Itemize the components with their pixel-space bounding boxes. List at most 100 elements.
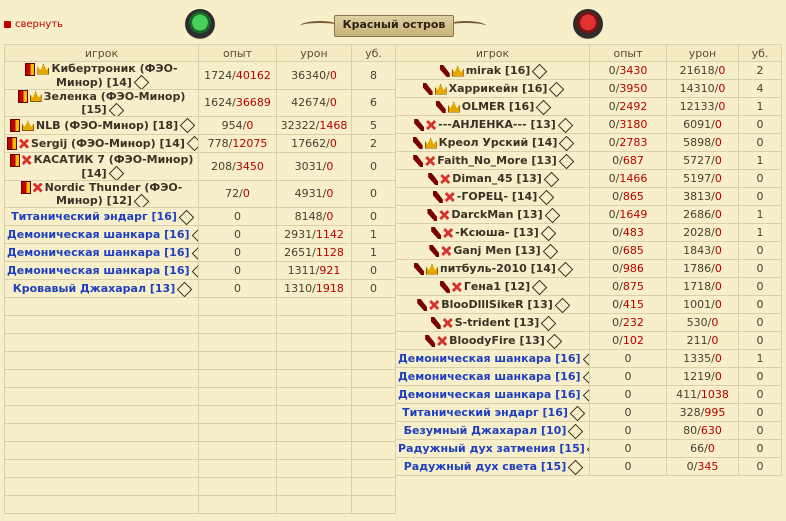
player-name-cell[interactable]: Демоническая шанкара [16]	[4, 261, 199, 280]
player-info-icon[interactable]	[531, 279, 548, 295]
player-name-cell[interactable]: Sergij (ФЭО-Минор) [14]	[4, 134, 199, 153]
player-info-icon[interactable]	[543, 171, 560, 187]
player-name-cell[interactable]: mirak [16]	[395, 61, 590, 80]
player-info-icon[interactable]	[582, 387, 589, 403]
player-info-icon[interactable]	[532, 63, 548, 79]
player-info-icon[interactable]	[540, 225, 557, 241]
player-name-cell[interactable]: Faith_No_More [13]	[395, 151, 590, 170]
player-name-cell[interactable]: КАСАТИК 7 (ФЭО-Минор) [14]	[4, 152, 199, 181]
player-info-icon[interactable]	[557, 117, 574, 133]
player-name-cell[interactable]: Безумный Джахарал [10]	[395, 421, 590, 440]
player-info-icon[interactable]	[108, 165, 124, 180]
player-name[interactable]: Демоническая шанкара [16]	[7, 246, 190, 259]
player-name-cell[interactable]: Демоническая шанкара [16]	[4, 225, 199, 244]
player-name[interactable]: питбуль-2010 [14]	[440, 262, 556, 275]
player-name[interactable]: NLB (ФЭО-Минор) [18]	[36, 119, 178, 132]
player-name-cell[interactable]: -ГОРЕЦ- [14]	[395, 187, 590, 206]
player-info-icon[interactable]	[582, 369, 589, 385]
player-info-icon[interactable]	[544, 207, 560, 223]
collapse-link[interactable]: свернуть	[4, 19, 63, 30]
player-name[interactable]: Faith_No_More [13]	[437, 154, 557, 167]
player-info-icon[interactable]	[191, 227, 198, 243]
player-name-cell[interactable]: Титанический эндарг [16]	[395, 403, 590, 422]
player-name[interactable]: Демоническая шанкара [16]	[398, 370, 581, 383]
player-name-cell[interactable]: Кровавый Джахарал [13]	[4, 279, 199, 298]
player-info-icon[interactable]	[133, 74, 150, 89]
player-name[interactable]: Радужный дух света [15]	[404, 460, 566, 473]
player-name-cell[interactable]: Демоническая шанкара [16]	[395, 349, 590, 368]
player-info-icon[interactable]	[554, 297, 571, 313]
player-name[interactable]: -ГОРЕЦ- [14]	[457, 190, 537, 203]
player-name-cell[interactable]: Харрикейн [16]	[395, 79, 590, 98]
player-name-cell[interactable]: Diman_45 [13]	[395, 169, 590, 188]
player-info-icon[interactable]	[558, 153, 575, 169]
player-name[interactable]: Демоническая шанкара [16]	[7, 264, 190, 277]
player-name-cell[interactable]: Ganj Men [13]	[395, 241, 590, 260]
player-info-icon[interactable]	[541, 315, 557, 331]
player-name[interactable]: ---АНЛЕНКА--- [13]	[438, 118, 556, 131]
player-info-icon[interactable]	[179, 117, 196, 134]
player-info-icon[interactable]	[557, 261, 574, 277]
player-info-icon[interactable]	[108, 102, 124, 116]
player-name[interactable]: Безумный Джахарал [10]	[404, 424, 567, 437]
player-name-cell[interactable]: Радужный дух затмения [15]	[395, 439, 590, 458]
player-info-icon[interactable]	[542, 243, 558, 259]
player-name-cell[interactable]: OLMER [16]	[395, 97, 590, 116]
player-name[interactable]: Diman_45 [13]	[452, 172, 542, 185]
player-name[interactable]: Демоническая шанкара [16]	[7, 228, 190, 241]
player-name[interactable]: Nordic Thunder (ФЭО-Минор) [12]	[45, 181, 183, 207]
player-name[interactable]: BlooDlllSikeR [13]	[441, 298, 553, 311]
player-name[interactable]: Титанический эндарг [16]	[11, 210, 177, 223]
player-name-cell[interactable]: Кибертроник (ФЭО-Минор) [14]	[4, 61, 199, 90]
player-name-cell[interactable]: -Ксюша- [13]	[395, 223, 590, 242]
player-name-cell[interactable]: Креол Урский [14]	[395, 133, 590, 152]
player-name[interactable]: BloodyFire [13]	[449, 334, 545, 347]
player-name-cell[interactable]: BloodyFire [13]	[395, 331, 590, 350]
player-name[interactable]: Демоническая шанкара [16]	[398, 388, 581, 401]
player-name-cell[interactable]: S-trident [13]	[395, 313, 590, 332]
player-name[interactable]: Кибертроник (ФЭО-Минор) [14]	[51, 62, 177, 88]
player-name[interactable]: Демоническая шанкара [16]	[398, 352, 581, 365]
player-name-cell[interactable]: Титанический эндарг [16]	[4, 207, 199, 226]
player-name[interactable]: Харрикейн [16]	[449, 82, 548, 95]
player-name-cell[interactable]: Радужный дух света [15]	[395, 457, 590, 476]
player-info-icon[interactable]	[186, 135, 198, 152]
player-info-icon[interactable]	[567, 459, 584, 475]
player-name[interactable]: Ganj Men [13]	[453, 244, 540, 257]
player-info-icon[interactable]	[178, 209, 195, 225]
player-name[interactable]: DarckMan [13]	[451, 208, 542, 221]
player-info-icon[interactable]	[176, 281, 193, 297]
player-name[interactable]: -Ксюша- [13]	[455, 226, 539, 239]
player-name-cell[interactable]: BlooDlllSikeR [13]	[395, 295, 590, 314]
player-name[interactable]: Радужный дух затмения [15]	[398, 442, 585, 455]
player-info-icon[interactable]	[538, 189, 555, 205]
player-name[interactable]: OLMER [16]	[462, 100, 534, 113]
player-name[interactable]: mirak [16]	[466, 64, 531, 77]
player-info-icon[interactable]	[569, 405, 586, 421]
player-name-cell[interactable]: Демоническая шанкара [16]	[395, 385, 590, 404]
player-name[interactable]: Гена1 [12]	[464, 280, 530, 293]
player-info-icon[interactable]	[582, 351, 589, 367]
player-name[interactable]: Титанический эндарг [16]	[402, 406, 568, 419]
player-name-cell[interactable]: Гена1 [12]	[395, 277, 590, 296]
player-info-icon[interactable]	[133, 193, 150, 207]
player-name-cell[interactable]: питбуль-2010 [14]	[395, 259, 590, 278]
player-name[interactable]: S-trident [13]	[455, 316, 540, 329]
player-name[interactable]: Кровавый Джахарал [13]	[13, 282, 175, 295]
player-info-icon[interactable]	[549, 81, 565, 97]
player-info-icon[interactable]	[568, 423, 584, 439]
player-name-cell[interactable]: Демоническая шанкара [16]	[395, 367, 590, 386]
player-name-cell[interactable]: Демоническая шанкара [16]	[4, 243, 199, 262]
player-name-cell[interactable]: NLB (ФЭО-Минор) [18]	[4, 116, 199, 135]
player-name-cell[interactable]: Nordic Thunder (ФЭО-Минор) [12]	[4, 179, 199, 208]
player-info-icon[interactable]	[191, 245, 198, 261]
player-info-icon[interactable]	[535, 99, 552, 115]
player-name[interactable]: Sergij (ФЭО-Минор) [14]	[31, 137, 185, 150]
player-info-icon[interactable]	[559, 135, 575, 151]
player-name-cell[interactable]: DarckMan [13]	[395, 205, 590, 224]
player-info-icon[interactable]	[546, 333, 563, 349]
player-info-icon[interactable]	[191, 263, 198, 279]
player-name-cell[interactable]: ---АНЛЕНКА--- [13]	[395, 115, 590, 134]
player-name[interactable]: Креол Урский [14]	[439, 136, 558, 149]
player-name-cell[interactable]: Зеленка (ФЭО-Минор) [15]	[4, 88, 199, 117]
